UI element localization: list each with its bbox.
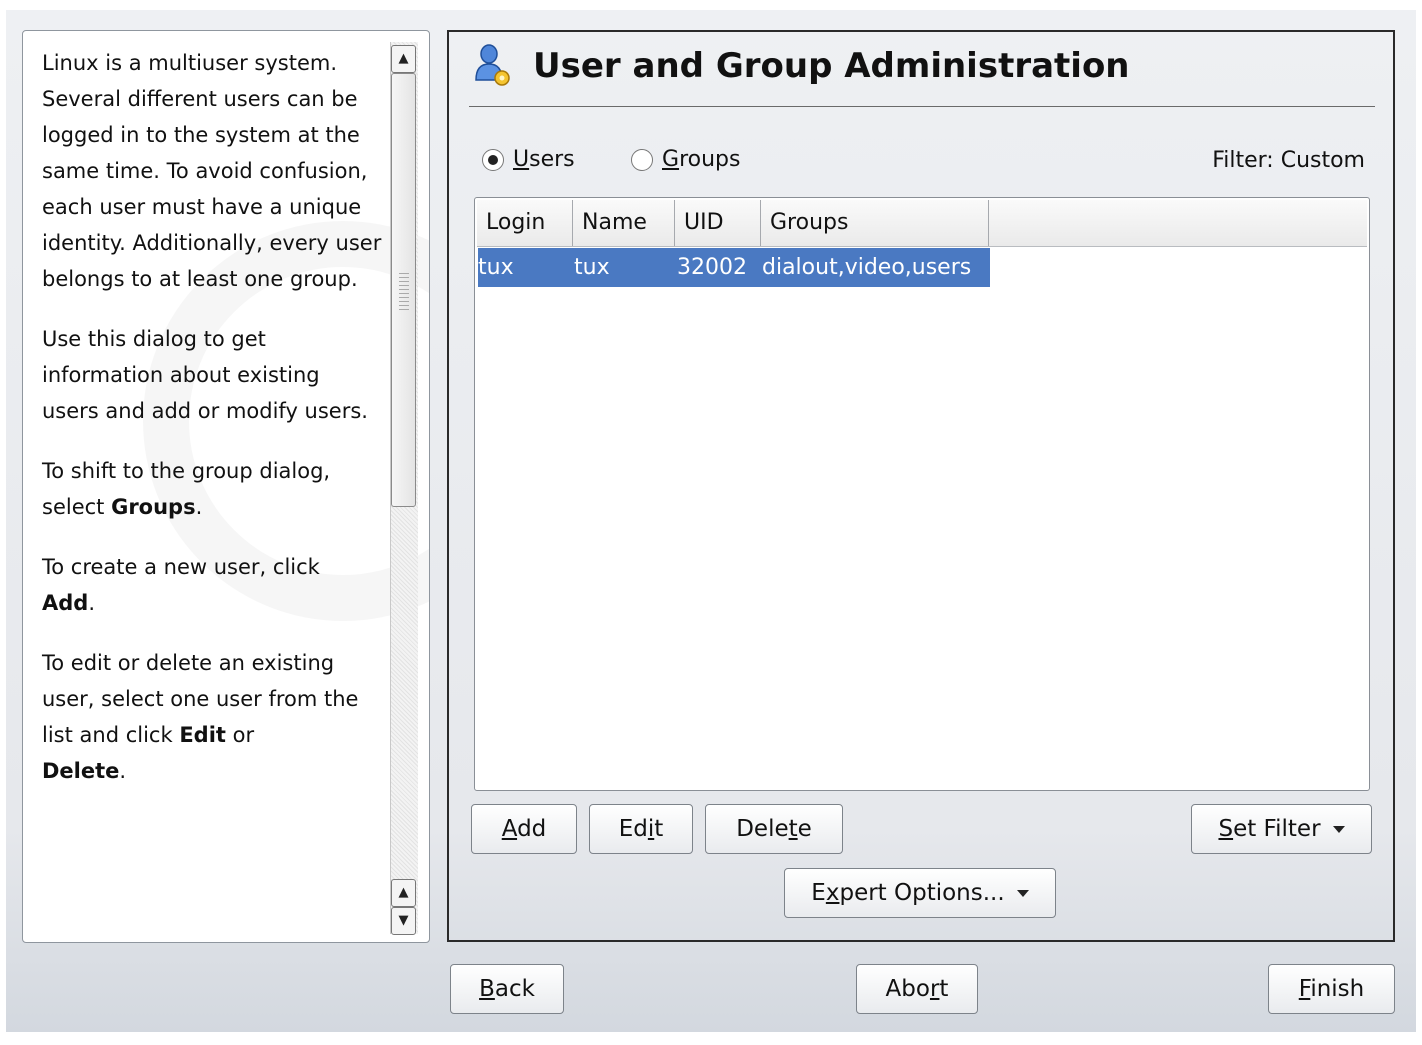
users-table[interactable]: Login Name UID Groups tux tux 32002 dial… [474,197,1370,791]
cell-name: tux [574,255,610,280]
scroll-up-button-bottom[interactable]: ▲ [391,879,416,907]
main-panel: User and Group Administration Users Grou… [447,30,1395,942]
scroll-down-button[interactable]: ▼ [391,907,416,935]
chevron-down-icon [1332,826,1345,833]
page-title: User and Group Administration [533,46,1130,86]
cell-uid: 32002 [677,255,747,280]
yast-window: Linux is a multiuser system. Several dif… [6,10,1416,1032]
help-paragraph-4: To create a new user, click Add. [42,555,320,615]
set-filter-button[interactable]: Set Filter [1191,804,1372,854]
add-button[interactable]: Add [471,804,577,854]
groups-radio-indicator[interactable] [631,149,653,171]
scrollbar-thumb[interactable] [391,73,416,507]
expert-options-button[interactable]: Expert Options... [784,868,1056,918]
groups-radio-label: Groups [662,147,741,172]
help-paragraph-5: To edit or delete an existing user, sele… [42,651,359,783]
column-header-groups[interactable]: Groups [761,200,989,246]
abort-button[interactable]: Abort [856,964,978,1014]
help-paragraph-1: Linux is a multiuser system. Several dif… [42,51,382,291]
cell-groups: dialout,video,users [762,255,972,280]
column-header-uid[interactable]: UID [675,200,761,246]
help-paragraph-3: To shift to the group dialog, select Gro… [42,459,331,519]
help-scrollbar[interactable]: ▲ ▲ ▼ [390,42,418,935]
user-admin-icon [475,44,510,86]
cell-login: tux [478,255,514,280]
users-radio[interactable]: Users [482,146,575,174]
finish-button[interactable]: Finish [1268,964,1395,1014]
users-radio-indicator[interactable] [482,149,504,171]
table-row[interactable]: tux tux 32002 dialout,video,users [478,248,990,287]
chevron-down-icon [1016,890,1029,897]
column-header-login[interactable]: Login [477,200,573,246]
groups-radio[interactable]: Groups [631,146,740,174]
scroll-up-button[interactable]: ▲ [391,45,416,73]
help-paragraph-2: Use this dialog to get information about… [42,327,368,423]
title-divider [469,106,1375,107]
back-button[interactable]: Back [450,964,564,1014]
users-radio-label: Users [513,147,575,172]
help-text: Linux is a multiuser system. Several dif… [42,45,382,813]
help-pane: Linux is a multiuser system. Several dif… [22,30,430,943]
table-header: Login Name UID Groups [477,200,1367,247]
filter-status: Filter: Custom [1212,148,1365,173]
column-header-name[interactable]: Name [573,200,675,246]
grip-icon [399,270,409,310]
edit-button[interactable]: Edit [589,804,693,854]
delete-button[interactable]: Delete [705,804,843,854]
